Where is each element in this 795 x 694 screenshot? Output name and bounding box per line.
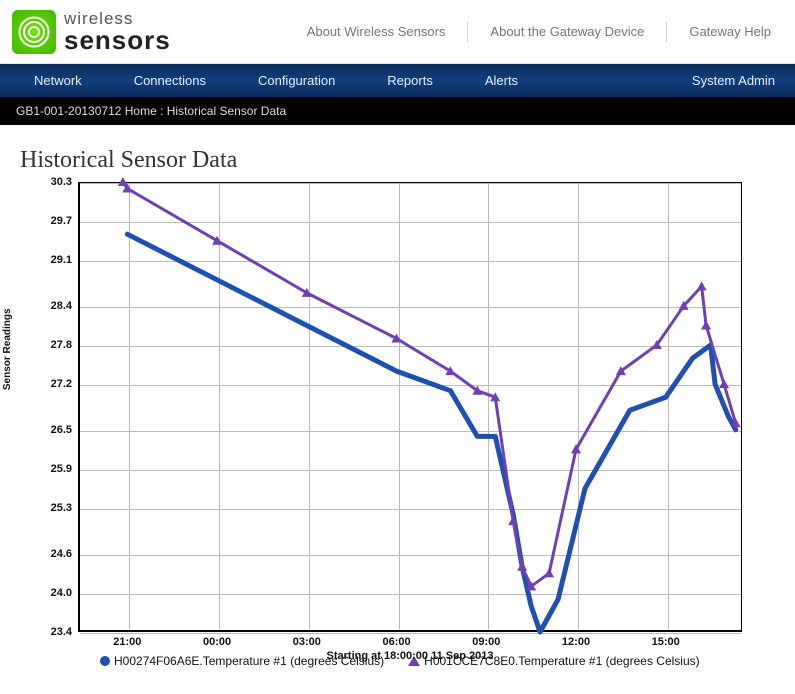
nav-alerts[interactable]: Alerts bbox=[459, 64, 544, 97]
y-tick-label: 28.4 bbox=[30, 300, 78, 312]
y-tick-label: 27.8 bbox=[30, 339, 78, 351]
x-tick-label: 12:00 bbox=[562, 632, 590, 648]
app-header: wireless sensors About Wireless Sensors … bbox=[0, 0, 795, 64]
x-axis-label: Starting at 18:00:00 11 Sep 2013 bbox=[327, 650, 494, 662]
y-tick-label: 30.3 bbox=[30, 176, 78, 188]
x-tick-label: 03:00 bbox=[293, 632, 321, 648]
top-link-help[interactable]: Gateway Help bbox=[677, 20, 783, 43]
chart-svg bbox=[78, 182, 742, 632]
y-tick-label: 24.0 bbox=[30, 587, 78, 599]
logo-icon bbox=[12, 10, 56, 54]
separator bbox=[666, 22, 667, 42]
logo-text-line2: sensors bbox=[64, 27, 171, 53]
nav-network[interactable]: Network bbox=[8, 64, 108, 97]
y-tick-label: 29.1 bbox=[30, 254, 78, 266]
x-tick-label: 00:00 bbox=[203, 632, 231, 648]
y-axis-label: Sensor Readings bbox=[2, 308, 13, 390]
x-tick-label: 06:00 bbox=[382, 632, 410, 648]
x-tick-label: 15:00 bbox=[652, 632, 680, 648]
x-tick-label: 21:00 bbox=[113, 632, 141, 648]
legend-marker-dot bbox=[100, 656, 110, 666]
top-links: About Wireless Sensors About the Gateway… bbox=[295, 20, 783, 43]
breadcrumb: GB1-001-20130712 Home : Historical Senso… bbox=[0, 97, 795, 125]
y-tick-label: 25.3 bbox=[30, 502, 78, 514]
y-tick-label: 27.2 bbox=[30, 378, 78, 390]
top-link-about-sensors[interactable]: About Wireless Sensors bbox=[295, 20, 458, 43]
y-tick-label: 23.4 bbox=[30, 626, 78, 638]
chart-container: Sensor Readings Starting at 18:00:00 11 … bbox=[0, 182, 795, 680]
y-tick-label: 29.7 bbox=[30, 215, 78, 227]
top-link-about-gateway[interactable]: About the Gateway Device bbox=[478, 20, 656, 43]
y-tick-label: 25.9 bbox=[30, 463, 78, 475]
x-tick-label: 09:00 bbox=[472, 632, 500, 648]
y-tick-label: 26.5 bbox=[30, 424, 78, 436]
logo: wireless sensors bbox=[12, 10, 171, 54]
separator bbox=[467, 22, 468, 42]
page-title: Historical Sensor Data bbox=[0, 125, 795, 182]
nav-reports[interactable]: Reports bbox=[361, 64, 459, 97]
nav-configuration[interactable]: Configuration bbox=[232, 64, 361, 97]
nav-system-admin[interactable]: System Admin bbox=[666, 64, 787, 97]
y-tick-label: 24.6 bbox=[30, 548, 78, 560]
main-nav: Network Connections Configuration Report… bbox=[0, 64, 795, 97]
nav-connections[interactable]: Connections bbox=[108, 64, 232, 97]
chart-plot-area: Starting at 18:00:00 11 Sep 2013 21:0000… bbox=[78, 182, 742, 632]
